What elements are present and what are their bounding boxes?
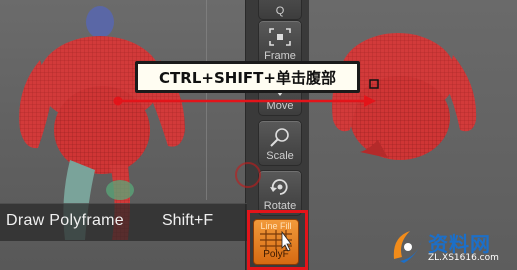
watermark: 资料网 ZL.XS1616.com <box>388 224 517 270</box>
scale-label: Scale <box>266 150 294 162</box>
watermark-logo-icon <box>393 231 422 263</box>
callout-text: CTRL+SHIFT+单击腹部 <box>159 68 336 87</box>
move-label: Move <box>266 100 294 112</box>
rotate-icon <box>270 179 288 195</box>
scale-button[interactable]: Scale <box>258 120 302 166</box>
tooltip-bar: Draw Polyframe Shift+F <box>0 203 247 241</box>
tooltip-command-name: Draw Polyframe <box>6 212 125 229</box>
scale-icon <box>270 128 289 147</box>
polyf-button[interactable]: Line Fill PolyF <box>253 219 299 265</box>
toolbar-partial-label: Q <box>275 5 285 17</box>
frame-icon <box>269 28 291 46</box>
frame-button[interactable]: Frame <box>258 20 302 66</box>
tooltip-shortcut: Shift+F <box>162 212 214 229</box>
watermark-url: ZL.XS1616.com <box>428 253 499 263</box>
toolbar-button-partial[interactable]: Q <box>258 0 302 20</box>
instruction-callout: CTRL+SHIFT+单击腹部 <box>135 61 360 93</box>
polyf-label: PolyF <box>263 249 289 260</box>
viewport-guide-line <box>206 0 207 200</box>
